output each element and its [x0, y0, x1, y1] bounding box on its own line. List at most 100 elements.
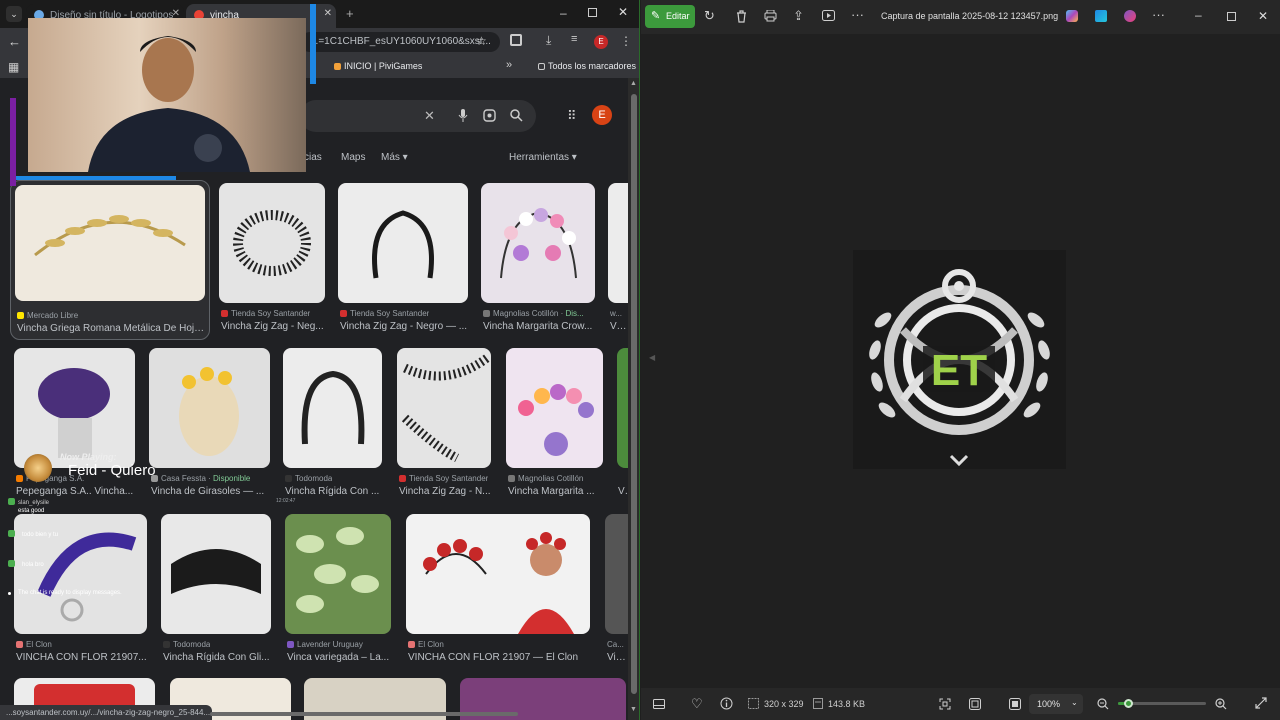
- zoom-slider-thumb[interactable]: [1123, 699, 1133, 708]
- search-bar[interactable]: ✕: [300, 100, 536, 132]
- close-window-button[interactable]: ✕: [618, 5, 628, 19]
- search-icon[interactable]: [510, 109, 523, 122]
- result-thumbnail[interactable]: [161, 514, 271, 634]
- clipchamp-icon[interactable]: [1124, 10, 1136, 22]
- all-bookmarks[interactable]: Todos los marcadores: [538, 61, 636, 71]
- expand-icon[interactable]: [1255, 697, 1267, 709]
- clear-icon[interactable]: ✕: [424, 108, 435, 124]
- heart-icon[interactable]: ♡: [691, 697, 703, 711]
- result-thumbnail[interactable]: [397, 348, 491, 468]
- result-title[interactable]: VINCHA CON FLOR 21907...: [16, 652, 147, 663]
- result-card[interactable]: Mercado Libre Vincha Griega Romana Metál…: [10, 180, 210, 340]
- result-card[interactable]: Todomoda Vincha Rígida Con ...: [283, 348, 382, 503]
- address-bar[interactable]: ...=1C1CHBF_esUY1060UY1060&sxsr... ☆: [300, 32, 500, 52]
- new-tab-button[interactable]: +: [346, 6, 354, 21]
- fit-to-window-icon[interactable]: [939, 698, 951, 710]
- copilot-icon[interactable]: [1066, 10, 1078, 22]
- result-thumbnail[interactable]: [506, 348, 603, 468]
- horizontal-scrollbar[interactable]: [210, 712, 518, 716]
- print-icon[interactable]: [764, 10, 777, 22]
- result-thumbnail[interactable]: [481, 183, 595, 303]
- result-title[interactable]: Vinc...: [607, 652, 628, 663]
- result-thumbnail[interactable]: [15, 185, 205, 301]
- edit-button[interactable]: ✎ Editar: [645, 5, 695, 28]
- filmstrip-icon[interactable]: [653, 699, 665, 709]
- source-favicon: [163, 641, 170, 648]
- source-favicon: [408, 641, 415, 648]
- black-headband-image: [372, 210, 434, 279]
- profile-avatar[interactable]: E: [594, 35, 608, 49]
- result-card[interactable]: Ca... Vinc...: [605, 514, 635, 669]
- designer-icon[interactable]: [1095, 10, 1107, 22]
- result-card[interactable]: El Clon VINCHA CON FLOR 21907 — El Clon: [406, 514, 590, 669]
- close-icon[interactable]: ✕: [324, 8, 332, 19]
- result-title[interactable]: Vincha Zig Zag - N...: [399, 486, 491, 497]
- result-card[interactable]: Magnolias Cotillón · Dis... Vincha Marga…: [481, 183, 595, 338]
- result-card[interactable]: Magnolias Cotillón Vincha Margarita ...: [506, 348, 603, 503]
- edit-label: Editar: [666, 11, 690, 21]
- filter-more[interactable]: Más ▾: [381, 152, 408, 163]
- result-card[interactable]: Lavender Uruguay Vinca variegada – La...: [285, 514, 391, 669]
- result-card[interactable]: Tienda Soy Santander Vincha Zig Zag - Ne…: [338, 183, 468, 338]
- mic-icon[interactable]: [458, 109, 468, 123]
- zoom-out-icon[interactable]: [1097, 698, 1109, 710]
- scrollbar[interactable]: ▲ ▼: [628, 78, 639, 720]
- download-icon[interactable]: ⤓: [546, 33, 551, 48]
- menu-icon[interactable]: ⋮: [620, 34, 632, 48]
- result-card[interactable]: Tienda Soy Santander Vincha Zig Zag - Ne…: [219, 183, 325, 338]
- slideshow-icon[interactable]: [822, 10, 835, 22]
- fullscreen-icon[interactable]: [1009, 698, 1021, 710]
- actual-size-icon[interactable]: [969, 698, 981, 710]
- scrollbar-down-arrow[interactable]: ▼: [630, 706, 637, 713]
- result-title[interactable]: VINCHA CON FLOR 21907 — El Clon: [408, 652, 590, 663]
- media-icon[interactable]: ≡: [571, 33, 577, 45]
- result-title[interactable]: Vincha Rígida Con Gli...: [163, 652, 271, 663]
- result-title[interactable]: Vincha Zig Zag - Neg...: [221, 321, 325, 332]
- result-thumbnail[interactable]: [406, 514, 590, 634]
- zoom-slider[interactable]: [1118, 699, 1206, 708]
- zoom-dropdown[interactable]: 100% ⌄: [1029, 694, 1083, 714]
- chevron-right-icon[interactable]: »: [506, 59, 512, 71]
- result-source: Lavender Uruguay: [287, 640, 363, 649]
- result-card[interactable]: w... Vinc...: [608, 183, 638, 338]
- star-icon[interactable]: ☆: [476, 34, 487, 48]
- share-icon[interactable]: ⇪: [793, 9, 804, 23]
- filter-maps[interactable]: Maps: [341, 152, 365, 163]
- extensions-icon[interactable]: [510, 34, 522, 46]
- more-options-icon[interactable]: ···: [851, 8, 864, 22]
- minimize-button[interactable]: –: [560, 6, 567, 20]
- google-apps-icon[interactable]: ⠿: [567, 108, 577, 124]
- overlay-frame-purple: [10, 98, 16, 186]
- chat-text: hola bro: [22, 562, 44, 568]
- scrollbar-up-arrow[interactable]: ▲: [630, 80, 637, 87]
- result-thumbnail[interactable]: [283, 348, 382, 468]
- result-title[interactable]: Vincha Rígida Con ...: [285, 486, 382, 497]
- minimize-button[interactable]: –: [1195, 8, 1202, 22]
- result-title[interactable]: Vinca variegada – La...: [287, 652, 391, 663]
- scrollbar-thumb[interactable]: [631, 94, 637, 694]
- lens-icon[interactable]: [483, 109, 496, 122]
- result-card[interactable]: Tienda Soy Santander Vincha Zig Zag - N.…: [397, 348, 491, 503]
- result-title[interactable]: Vincha Margarita Crow...: [483, 321, 595, 332]
- result-thumbnail[interactable]: [285, 514, 391, 634]
- maximize-button[interactable]: [588, 8, 597, 17]
- tools-button[interactable]: Herramientas ▾: [509, 152, 577, 163]
- result-thumbnail[interactable]: [219, 183, 325, 303]
- result-title[interactable]: Vincha Griega Romana Metálica De Hoja...: [17, 323, 205, 334]
- result-title[interactable]: Vincha Margarita ...: [508, 486, 603, 497]
- bookmark-item[interactable]: INICIO | PiviGames: [334, 61, 422, 71]
- result-card[interactable]: Vi...: [617, 348, 637, 503]
- info-icon[interactable]: [720, 697, 733, 710]
- result-thumbnail[interactable]: [338, 183, 468, 303]
- rotate-icon[interactable]: ↻: [704, 9, 715, 23]
- trash-icon[interactable]: [736, 10, 747, 23]
- result-title[interactable]: Vinc...: [610, 321, 628, 332]
- maximize-button[interactable]: [1227, 12, 1236, 21]
- previous-image-arrow[interactable]: ◀: [649, 353, 655, 362]
- result-card[interactable]: Todomoda Vincha Rígida Con Gli...: [161, 514, 271, 669]
- close-window-button[interactable]: ✕: [1258, 9, 1268, 23]
- more-options-icon[interactable]: ···: [1152, 8, 1165, 22]
- result-title[interactable]: Vincha Zig Zag - Negro — ...: [340, 321, 468, 332]
- google-avatar[interactable]: E: [592, 105, 612, 125]
- zoom-in-icon[interactable]: [1215, 698, 1227, 710]
